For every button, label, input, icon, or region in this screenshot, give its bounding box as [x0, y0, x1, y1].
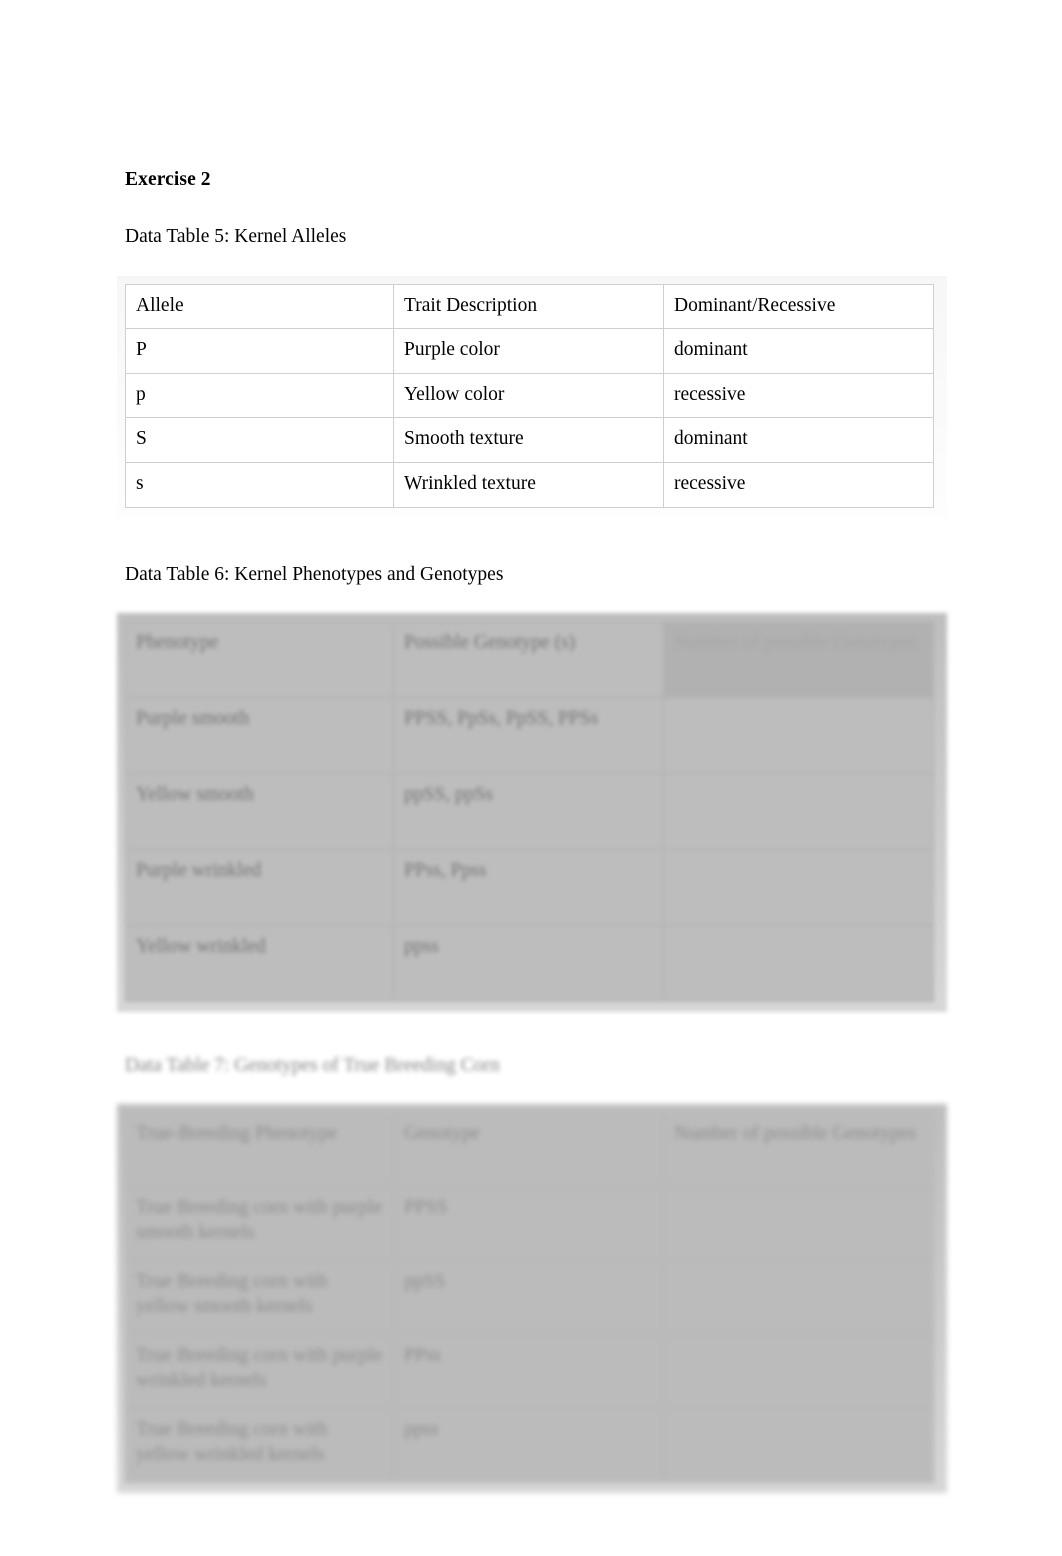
table5-cell-allele: s	[125, 462, 394, 508]
table6-cell-genotype: PPss, Ppss	[393, 848, 664, 926]
table5-cell-trait: Purple color	[393, 328, 664, 374]
table7-cell-phenotype: True Breeding corn with purple smooth ke…	[125, 1186, 394, 1262]
table7-header-genotype: Genotype	[393, 1112, 664, 1188]
table5: Allele Trait Description Dominant/Recess…	[125, 283, 934, 508]
table7-cell-genotype: ppSS	[393, 1260, 664, 1336]
table-row: p Yellow color recessive	[125, 372, 934, 419]
table-row: True Breeding corn with purple wrinkled …	[125, 1334, 934, 1410]
table-row: Yellow wrinkled ppss	[125, 924, 934, 1002]
table6-header-count: Number of possible Genotypes	[663, 620, 934, 698]
table6-cell-genotype: ppSS, ppSs	[393, 772, 664, 850]
table5-header-allele: Allele	[125, 283, 394, 330]
table-row: Purple smooth PPSS, PpSs, PpSS, PPSs	[125, 696, 934, 774]
table-row: True Breeding corn with yellow smooth ke…	[125, 1260, 934, 1336]
document-page: Exercise 2 Data Table 5: Kernel Alleles …	[0, 0, 1062, 1556]
table-row: Yellow smooth ppSS, ppSs	[125, 772, 934, 850]
table5-header-dominance: Dominant/Recessive	[663, 283, 934, 330]
table6-caption: Data Table 6: Kernel Phenotypes and Geno…	[125, 563, 504, 585]
table7-header-phenotype: True-Breeding Phenotype	[125, 1112, 394, 1188]
table5-cell-allele: p	[125, 372, 394, 419]
table6-header-phenotype: Phenotype	[125, 620, 394, 698]
table-header-row: Phenotype Possible Genotype (s) Number o…	[125, 620, 934, 698]
table5-cell-dominance: dominant	[663, 417, 934, 463]
table7-cell-genotype: PPss	[393, 1334, 664, 1410]
page-title: Exercise 2	[125, 169, 211, 190]
table6-container: Phenotype Possible Genotype (s) Number o…	[117, 612, 947, 1012]
table6-cell-count[interactable]	[663, 772, 934, 850]
table6-cell-phenotype: Purple smooth	[125, 696, 394, 774]
table-row: P Purple color dominant	[125, 328, 934, 374]
table7-cell-phenotype: True Breeding corn with yellow smooth ke…	[125, 1260, 394, 1336]
table6-cell-phenotype: Yellow smooth	[125, 772, 394, 850]
table-row: True Breeding corn with yellow wrinkled …	[125, 1408, 934, 1484]
document-content: Exercise 2 Data Table 5: Kernel Alleles …	[117, 168, 947, 1494]
table7-caption: Data Table 7: Genotypes of True Breeding…	[125, 1054, 500, 1076]
table6: Phenotype Possible Genotype (s) Number o…	[125, 620, 934, 1002]
table7-container: True-Breeding Phenotype Genotype Number …	[117, 1104, 947, 1494]
table6-cell-phenotype: Yellow wrinkled	[125, 924, 394, 1002]
table5-cell-trait: Smooth texture	[393, 417, 664, 463]
table5-cell-dominance: recessive	[663, 372, 934, 419]
table-header-row: Allele Trait Description Dominant/Recess…	[125, 283, 934, 330]
table7-header-count: Number of possible Genotypes	[663, 1112, 934, 1188]
table6-cell-genotype: PPSS, PpSs, PpSS, PPSs	[393, 696, 664, 774]
table5-caption: Data Table 5: Kernel Alleles	[125, 226, 347, 248]
table7-cell-phenotype: True Breeding corn with purple wrinkled …	[125, 1334, 394, 1410]
table5-cell-dominance: recessive	[663, 462, 934, 508]
table-header-row: True-Breeding Phenotype Genotype Number …	[125, 1112, 934, 1188]
table-row: True Breeding corn with purple smooth ke…	[125, 1186, 934, 1262]
table7-cell-count[interactable]	[663, 1186, 934, 1262]
table6-cell-count[interactable]	[663, 924, 934, 1002]
table7: True-Breeding Phenotype Genotype Number …	[125, 1112, 934, 1484]
table7-cell-genotype: ppss	[393, 1408, 664, 1484]
table5-container: Allele Trait Description Dominant/Recess…	[117, 275, 947, 518]
table7-cell-count[interactable]	[663, 1260, 934, 1336]
table-row: Purple wrinkled PPss, Ppss	[125, 848, 934, 926]
table6-cell-count[interactable]	[663, 696, 934, 774]
table-row: S Smooth texture dominant	[125, 417, 934, 463]
table5-cell-dominance: dominant	[663, 328, 934, 374]
table6-cell-phenotype: Purple wrinkled	[125, 848, 394, 926]
table5-header-trait: Trait Description	[393, 283, 664, 330]
table5-cell-trait: Wrinkled texture	[393, 462, 664, 508]
table6-header-genotype: Possible Genotype (s)	[393, 620, 664, 698]
table7-cell-genotype: PPSS	[393, 1186, 664, 1262]
table-row: s Wrinkled texture recessive	[125, 462, 934, 508]
table5-cell-allele: S	[125, 417, 394, 463]
table7-cell-count[interactable]	[663, 1334, 934, 1410]
table5-cell-trait: Yellow color	[393, 372, 664, 419]
table5-cell-allele: P	[125, 328, 394, 374]
table7-cell-count[interactable]	[663, 1408, 934, 1484]
table6-cell-genotype: ppss	[393, 924, 664, 1002]
table6-cell-count[interactable]	[663, 848, 934, 926]
table7-cell-phenotype: True Breeding corn with yellow wrinkled …	[125, 1408, 394, 1484]
